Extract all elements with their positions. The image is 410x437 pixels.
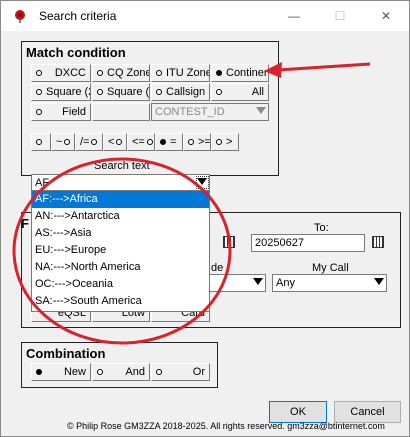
date-filter-title: F xyxy=(21,216,29,231)
list-item[interactable]: NA:--->North America xyxy=(32,259,209,276)
radio-indicator xyxy=(97,369,103,375)
copyright-footer: © Philip Rose GM3ZZA 2018-2025. All righ… xyxy=(67,421,385,431)
radio-dxcc[interactable]: DXCC xyxy=(31,64,91,82)
operator-radio-1[interactable] xyxy=(31,133,51,151)
radio-indicator xyxy=(64,139,71,145)
radio-indicator xyxy=(36,70,42,76)
radio-indicator xyxy=(36,139,42,145)
radio-indicator xyxy=(36,89,42,95)
continent-dropdown-list: AF:--->Africa AN:--->Antarctica AS:--->A… xyxy=(31,190,210,312)
radio-indicator xyxy=(97,89,103,95)
radio-square-4[interactable]: Square (4) xyxy=(92,83,150,101)
radio-indicator xyxy=(216,70,222,76)
radio-all[interactable]: All xyxy=(211,83,269,101)
focus-box xyxy=(196,176,209,189)
cancel-button[interactable]: Cancel xyxy=(334,401,401,423)
radio-indicator xyxy=(156,369,162,375)
radio-indicator xyxy=(188,139,194,145)
match-condition-title: Match condition xyxy=(26,45,126,60)
list-item[interactable]: AF:--->Africa xyxy=(32,191,209,208)
radio-indicator xyxy=(97,70,103,76)
ok-button[interactable]: OK xyxy=(269,401,327,423)
radio-indicator xyxy=(91,139,98,145)
title-bar: Search criteria — ☐ ✕ xyxy=(1,1,409,31)
combination-title: Combination xyxy=(26,346,106,361)
radio-and[interactable]: And xyxy=(92,363,150,381)
search-text-label: Search text xyxy=(94,160,150,172)
chevron-down-icon xyxy=(374,278,384,285)
search-criteria-window: Search criteria — ☐ ✕ Match condition DX… xyxy=(0,0,410,437)
radio-itu-zone[interactable]: ITU Zone xyxy=(151,64,210,82)
radio-indicator xyxy=(146,139,153,145)
my-call-label: My Call xyxy=(312,262,349,274)
chevron-down-icon xyxy=(256,107,266,114)
operator-radio-not-equal[interactable]: /= xyxy=(75,133,103,151)
radio-indicator xyxy=(36,109,42,115)
close-button[interactable]: ✕ xyxy=(363,1,409,31)
to-date-label: To: xyxy=(314,222,329,234)
radio-continent[interactable]: Continent xyxy=(211,64,269,82)
radio-field[interactable]: Field xyxy=(31,103,91,121)
operator-radio-greater-equal[interactable]: >= xyxy=(183,133,211,151)
radio-new[interactable]: New xyxy=(31,363,91,381)
mode-label: de xyxy=(211,262,224,274)
operator-radio-less[interactable]: < xyxy=(103,133,127,151)
to-date-input[interactable]: 20250627 xyxy=(251,234,365,252)
mode-combo[interactable] xyxy=(209,274,266,292)
radio-or[interactable]: Or xyxy=(151,363,210,381)
field-spacer xyxy=(92,103,150,121)
radio-square-2[interactable]: Square (2) xyxy=(31,83,91,101)
list-item[interactable]: SA:--->South America xyxy=(32,293,209,310)
operator-radio-less-equal[interactable]: <= xyxy=(127,133,155,151)
rose-app-icon xyxy=(15,10,25,23)
radio-indicator xyxy=(36,369,42,375)
calendar-icon[interactable] xyxy=(223,236,235,248)
list-item[interactable]: AS:--->Asia xyxy=(32,225,209,242)
operator-radio-tilde[interactable]: ~ xyxy=(51,133,75,151)
list-item[interactable]: OC:--->Oceania xyxy=(32,276,209,293)
radio-indicator xyxy=(160,139,166,145)
radio-cq-zone[interactable]: CQ Zone xyxy=(92,64,150,82)
maximize-button[interactable]: ☐ xyxy=(317,1,363,31)
radio-indicator xyxy=(216,139,222,145)
chevron-down-icon xyxy=(253,278,263,285)
operator-radio-equal[interactable]: = xyxy=(155,133,183,151)
radio-indicator xyxy=(216,89,222,95)
window-title: Search criteria xyxy=(39,9,117,23)
minimize-button[interactable]: — xyxy=(271,1,317,31)
radio-indicator xyxy=(116,139,123,145)
radio-indicator xyxy=(156,89,162,95)
radio-indicator xyxy=(156,70,162,76)
list-item[interactable]: AN:--->Antarctica xyxy=(32,208,209,225)
calendar-icon[interactable] xyxy=(372,236,384,248)
my-call-combo[interactable]: Any xyxy=(272,274,387,292)
radio-callsign[interactable]: Callsign xyxy=(151,83,210,101)
operator-radio-greater[interactable]: > xyxy=(211,133,239,151)
field-name-combo[interactable]: CONTEST_ID xyxy=(151,103,269,121)
list-item[interactable]: EU:--->Europe xyxy=(32,242,209,259)
